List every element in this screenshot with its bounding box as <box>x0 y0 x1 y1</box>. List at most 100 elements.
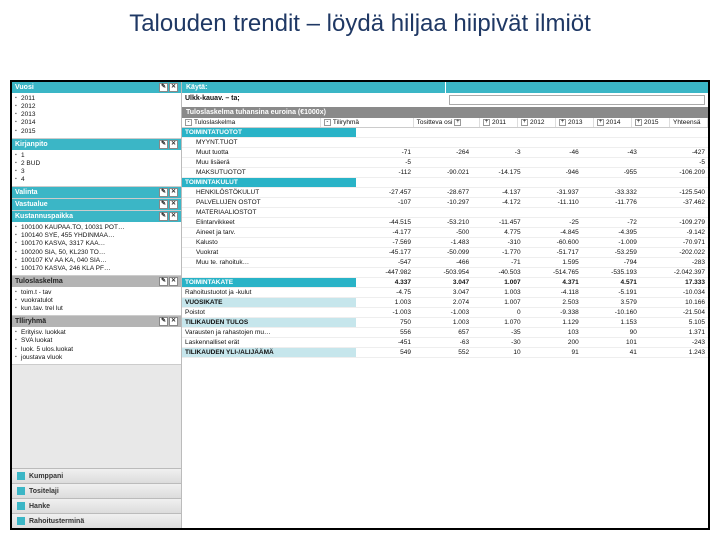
close-icon[interactable]: ✕ <box>169 212 178 221</box>
table-row[interactable]: MATERIAALIOSTOT <box>182 208 708 218</box>
col-tositteva[interactable]: Tositteva osi <box>417 119 453 126</box>
col-year[interactable]: 2011 <box>492 119 506 126</box>
col-total[interactable]: Yhteensä <box>673 119 700 126</box>
close-icon[interactable]: ✕ <box>169 277 178 286</box>
table-row[interactable]: MAKSUTUOTOT-112-90.021-14.175-946-955-10… <box>182 168 708 178</box>
panel-header[interactable]: Tuloslaskelma✎✕ <box>12 276 181 287</box>
col-tiliryhma[interactable]: Tiliryhmä <box>333 119 359 126</box>
table-row[interactable]: Muut tuotta-71-264-3-46-43-427 <box>182 148 708 158</box>
filter-item[interactable]: 100170 KASVA, 3317 KAA… <box>15 240 178 248</box>
filter-item[interactable]: 2013 <box>15 111 178 119</box>
edit-icon[interactable]: ✎ <box>159 317 168 326</box>
filter-item[interactable]: 100100 KAUPAA.TO, 10031 POT… <box>15 224 178 232</box>
search-input[interactable] <box>449 95 706 105</box>
filter-item[interactable]: 2011 <box>15 95 178 103</box>
cell-value: -5.191 <box>582 288 640 298</box>
expand-icon[interactable]: + <box>559 119 566 126</box>
panel-header[interactable]: Kirjanpito✎✕ <box>12 139 181 150</box>
filter-item[interactable]: Erityisv. luokkat <box>15 329 178 337</box>
table-row[interactable]: Kalusto-7.569-1.483-310-60.600-1.009-70.… <box>182 238 708 248</box>
filter-item[interactable]: luok. 5 ulos.luokat <box>15 346 178 354</box>
pivot-table[interactable]: TOIMINTATUOTOTMYYNT.TUOTMuut tuotta-71-2… <box>182 128 708 358</box>
expand-icon[interactable]: + <box>483 119 490 126</box>
panel-header[interactable]: Tlliryhmä✎✕ <box>12 316 181 327</box>
filter-item[interactable]: SVA luokat <box>15 337 178 345</box>
cell-value: -2.042.397 <box>640 268 708 278</box>
table-row[interactable]: MYYNT.TUOT <box>182 138 708 148</box>
panel-header[interactable]: Valinta✎✕ <box>12 187 181 198</box>
edit-icon[interactable]: ✎ <box>159 140 168 149</box>
edit-icon[interactable]: ✎ <box>159 83 168 92</box>
table-row[interactable]: Varausten ja rahastojen mu…556657-351039… <box>182 328 708 338</box>
cell-value: 101 <box>582 338 640 348</box>
filter-item[interactable]: kun.tav. trel lut <box>15 305 178 313</box>
col-year[interactable]: 2013 <box>568 119 582 126</box>
table-row[interactable]: Vuokrat-45.177-50.099-1.770-51.717-53.25… <box>182 248 708 258</box>
edit-icon[interactable]: ✎ <box>159 277 168 286</box>
search-value[interactable]: Ulkk-kauav. – ta; <box>182 93 445 106</box>
table-row[interactable]: Elintarvikkeet-44.515-53.210-11.457-25-7… <box>182 218 708 228</box>
col-year[interactable]: 2012 <box>530 119 544 126</box>
close-icon[interactable]: ✕ <box>169 188 178 197</box>
filter-item[interactable]: 100140 SYE, 455 YHDINMAA… <box>15 232 178 240</box>
edit-icon[interactable]: ✎ <box>159 188 168 197</box>
row-label: PALVELUJEN OSTOT <box>182 198 356 208</box>
expand-icon[interactable]: + <box>635 119 642 126</box>
close-icon[interactable]: ✕ <box>169 83 178 92</box>
accordion-item[interactable]: Tositelaji <box>12 483 181 498</box>
panel-header[interactable]: Vuosi ✎✕ <box>12 82 181 93</box>
table-row[interactable]: Muu lisäerä-5-5 <box>182 158 708 168</box>
filter-item[interactable]: joustava vluok <box>15 354 178 362</box>
accordion-item[interactable]: Hanke <box>12 498 181 513</box>
accordion-item[interactable]: Kumppani <box>12 468 181 483</box>
close-icon[interactable]: ✕ <box>169 317 178 326</box>
table-row[interactable]: TILIKAUDEN TULOS7501.0031.0701.1291.1535… <box>182 318 708 328</box>
filter-item[interactable]: 100200 SIA, 50, KL230 TO… <box>15 249 178 257</box>
close-icon[interactable]: ✕ <box>169 140 178 149</box>
table-row[interactable]: Poistot-1.003-1.0030-9.338-10.160-21.504 <box>182 308 708 318</box>
cell-value: 1.003 <box>356 298 414 308</box>
accordion-item[interactable]: Rahoitusterminä <box>12 513 181 528</box>
table-row[interactable]: TOIMINTAKULUT <box>182 178 708 188</box>
table-row[interactable]: Rahoitustuotot ja -kulut-4.753.0471.003-… <box>182 288 708 298</box>
cell-value: -427 <box>640 148 708 158</box>
edit-icon[interactable]: ✎ <box>159 200 168 209</box>
expand-icon[interactable]: - <box>324 119 331 126</box>
filter-item[interactable]: 2015 <box>15 128 178 136</box>
table-row[interactable]: TILIKAUDEN YLI-/ALIJÄÄMÄ5495521091411.24… <box>182 348 708 358</box>
panel-header[interactable]: Kustannuspaikka✎✕ <box>12 211 181 222</box>
table-row[interactable]: HENKILÖSTÖKULUT-27.457-28.677-4.137-31.9… <box>182 188 708 198</box>
table-row[interactable]: TOIMINTAKATE4.3373.0471.0074.3714.57117.… <box>182 278 708 288</box>
filter-item[interactable]: vuokratulot <box>15 297 178 305</box>
table-row[interactable]: VUOSIKATE1.0032.0741.0072.5033.57910.166 <box>182 298 708 308</box>
filter-item[interactable]: 2 BUD <box>15 160 178 168</box>
close-icon[interactable]: ✕ <box>169 200 178 209</box>
table-row[interactable]: PALVELUJEN OSTOT-107-10.297-4.172-11.110… <box>182 198 708 208</box>
cell-value: -1.483 <box>414 238 472 248</box>
panel-header[interactable]: Vastualue✎✕ <box>12 199 181 210</box>
filter-item[interactable]: 100107 KV AA KA, 040 SIA… <box>15 257 178 265</box>
expand-icon[interactable]: + <box>454 119 461 126</box>
edit-icon[interactable]: ✎ <box>159 212 168 221</box>
filter-item[interactable]: 2014 <box>15 119 178 127</box>
table-row[interactable]: -447.982-503.954-40.503-514.765-535.193-… <box>182 268 708 278</box>
expand-icon[interactable]: + <box>521 119 528 126</box>
table-row[interactable]: TOIMINTATUOTOT <box>182 128 708 138</box>
col-year[interactable]: 2015 <box>644 119 658 126</box>
col-tuloslaskelma[interactable]: Tuloslaskelma <box>194 119 235 126</box>
table-row[interactable]: Laskennalliset erät-451-63-30200101-243 <box>182 338 708 348</box>
filter-item[interactable]: 1 <box>15 152 178 160</box>
expand-icon[interactable]: + <box>597 119 604 126</box>
filter-item[interactable]: 4 <box>15 176 178 184</box>
filter-item[interactable]: 3 <box>15 168 178 176</box>
cell-value: -33.332 <box>582 188 640 198</box>
filter-item[interactable]: 2012 <box>15 103 178 111</box>
panel-title: Vuosi <box>15 84 34 91</box>
filter-item[interactable]: 100170 KASVA, 246 KLA PF… <box>15 265 178 273</box>
col-year[interactable]: 2014 <box>606 119 620 126</box>
table-row[interactable]: Muu te. rahoituk…-547-466-711.595-794-28… <box>182 258 708 268</box>
cell-value: -30 <box>472 338 523 348</box>
filter-item[interactable]: toim.t - tav <box>15 289 178 297</box>
expand-icon[interactable]: - <box>185 119 192 126</box>
table-row[interactable]: Aineet ja tarv.-4.177-5004.775-4.845-4.3… <box>182 228 708 238</box>
